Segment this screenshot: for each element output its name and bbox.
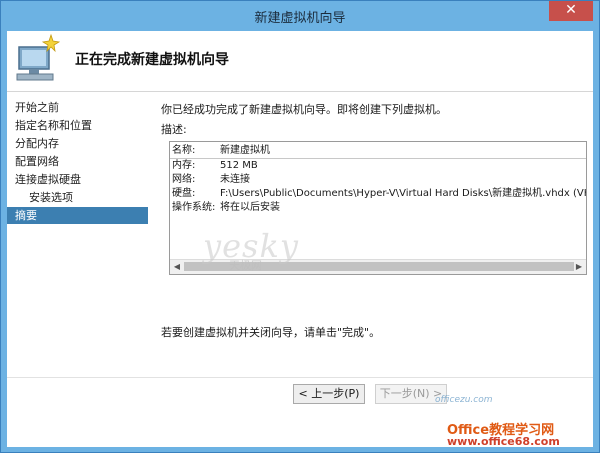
title-bar[interactable]: 新建虚拟机向导 ✕ [1,1,599,31]
yesky-cn-watermark: 天极网 [229,259,262,272]
row-value: 将在以后安装 [220,202,280,213]
nav-item-assign-memory[interactable]: 分配内存 [7,135,148,152]
page-title: 正在完成新建虚拟机向导 [75,52,229,68]
officezu-watermark: officezu.com [435,395,493,405]
nav-item-name-location[interactable]: 指定名称和位置 [7,117,148,134]
row-value: F:\Users\Public\Documents\Hyper-V\Virtua… [220,188,586,199]
scroll-left-icon[interactable]: ◀ [171,261,183,273]
row-key: 名称: [172,145,196,156]
office-url-watermark: www.office68.com [447,435,560,448]
row-value: 512 MB [220,160,258,171]
finish-instruction: 若要创建虚拟机并关闭向导，请单击"完成"。 [161,326,381,339]
row-key: 硬盘: [172,188,196,199]
row-key: 内存: [172,160,196,171]
intro-text: 你已经成功完成了新建虚拟机向导。即将创建下列虚拟机。 [161,103,447,116]
row-key: 操作系统: [172,202,216,213]
row-value: 新建虚拟机 [220,145,270,156]
nav-item-configure-network[interactable]: 配置网络 [7,153,148,170]
description-label: 描述: [161,123,187,136]
close-icon: ✕ [565,2,577,18]
window-title: 新建虚拟机向导 [254,11,346,26]
nav-item-summary[interactable]: 摘要 [7,207,148,224]
row-value: 未连接 [220,174,250,185]
close-button[interactable]: ✕ [549,1,593,21]
wizard-header: 正在完成新建虚拟机向导 [7,31,593,92]
computer-sparkle-icon [16,33,61,81]
wizard-window: 新建虚拟机向导 ✕ 正在完成新建虚拟机向导 开始之前 指定名称和位置 分配内存 … [0,0,600,453]
nav-item-connect-vhd[interactable]: 连接虚拟硬盘 [7,171,148,188]
nav-item-before-you-begin[interactable]: 开始之前 [7,99,148,116]
row-key: 网络: [172,174,196,185]
nav-item-install-options[interactable]: 安装选项 [7,189,148,206]
wizard-steps-nav: 开始之前 指定名称和位置 分配内存 配置网络 连接虚拟硬盘 安装选项 摘要 [7,92,148,447]
previous-button[interactable]: < 上一步(P) [293,384,365,404]
scroll-right-icon[interactable]: ▶ [573,261,585,273]
wizard-client-area: 正在完成新建虚拟机向导 开始之前 指定名称和位置 分配内存 配置网络 连接虚拟硬… [7,31,593,448]
button-bar-divider [7,377,593,378]
